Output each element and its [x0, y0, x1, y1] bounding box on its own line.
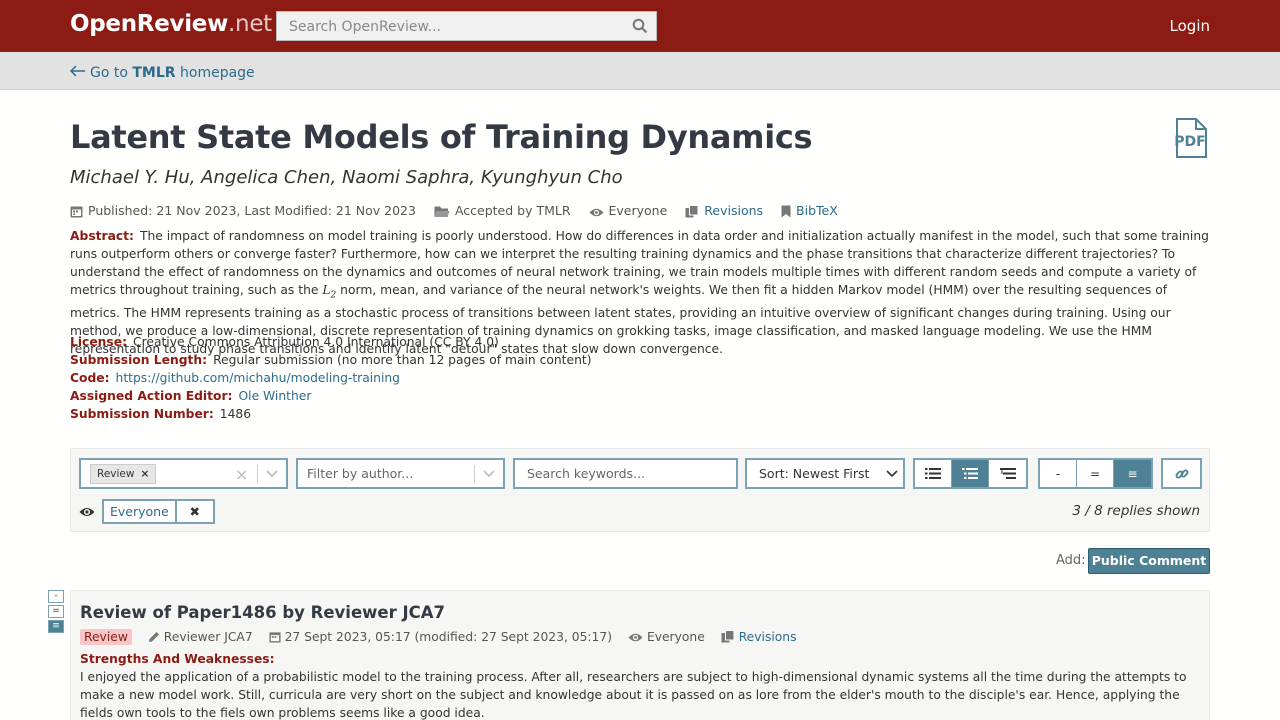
collapse-toggle-group: - = ≡	[1038, 458, 1153, 489]
paper-meta: Published: 21 Nov 2023, Last Modified: 2…	[70, 203, 852, 218]
review-readers: Everyone	[628, 630, 705, 644]
review-badge: Review	[80, 629, 132, 645]
list-icon	[925, 468, 941, 479]
review-section-body: I enjoyed the application of a probabili…	[80, 670, 1187, 720]
meta-bibtex[interactable]: BibTeX	[781, 203, 838, 218]
submission-length-field: Submission Length: Regular submission (no…	[70, 353, 592, 367]
forum-filter-panel: Review × × Filter by author... Search key…	[70, 448, 1210, 532]
abstract-norm: L2	[322, 283, 337, 301]
clear-icon[interactable]: ×	[235, 465, 248, 484]
author-filter[interactable]: Filter by author...	[296, 458, 505, 489]
action-editor-field: Assigned Action Editor: Ole Winther	[70, 389, 312, 403]
review-note: Review of Paper1486 by Reviewer JCA7 Rev…	[70, 590, 1210, 720]
public-comment-button[interactable]: Public Comment	[1088, 548, 1210, 574]
login-link[interactable]: Login	[1170, 17, 1210, 35]
copy-icon	[685, 205, 699, 218]
copy-link-group	[1161, 458, 1202, 489]
meta-readers: Everyone	[589, 203, 667, 218]
folder-icon	[434, 206, 450, 217]
chevron-down-icon[interactable]	[265, 466, 279, 483]
venue-subbar: Go to TMLR homepage	[0, 52, 1280, 90]
sort-select[interactable]: Sort: Newest First	[745, 458, 905, 489]
layout-toggle-group	[913, 458, 1028, 489]
eye-icon	[628, 633, 643, 642]
action-editor-link[interactable]: Ole Winther	[238, 389, 311, 403]
bookmark-icon	[781, 205, 791, 218]
nested-view-button[interactable]	[989, 460, 1026, 487]
note-collapse-controls: - = ≡	[48, 590, 64, 635]
list-indent-icon	[962, 468, 978, 479]
link-icon	[1175, 469, 1188, 478]
review-date: 27 Sept 2023, 05:17 (modified: 27 Sept 2…	[269, 630, 612, 644]
search-icon[interactable]	[632, 18, 648, 37]
review-title[interactable]: Review of Paper1486 by Reviewer JCA7	[80, 603, 445, 622]
remove-chip-icon[interactable]: ×	[140, 468, 149, 480]
review-revisions[interactable]: Revisions	[721, 630, 797, 644]
tree-icon	[999, 468, 1016, 479]
arrow-left-icon	[69, 62, 86, 81]
search-input[interactable]: Search OpenReview...	[276, 11, 657, 41]
chevron-down-icon[interactable]	[482, 466, 496, 483]
meta-dates: Published: 21 Nov 2023, Last Modified: 2…	[70, 203, 416, 218]
meta-venue: Accepted by TMLR	[434, 203, 571, 218]
meta-revisions[interactable]: Revisions	[685, 203, 763, 218]
review-section-label: Strengths And Weaknesses:	[80, 652, 275, 666]
collapse-button[interactable]: -	[1040, 460, 1077, 487]
close-icon[interactable]: ✖	[177, 501, 213, 522]
search-placeholder: Search OpenReview...	[289, 19, 441, 35]
eye-icon	[79, 506, 95, 521]
license-field: License: Creative Commons Attribution 4.0…	[70, 335, 499, 349]
submission-number-field: Submission Number: 1486	[70, 407, 252, 421]
calendar-icon	[70, 206, 83, 218]
code-field: Code: https://github.com/michahu/modeling…	[70, 371, 400, 385]
linear-view-button[interactable]	[915, 460, 952, 487]
review-meta: Review Reviewer JCA7 27 Sept 2023, 05:17…	[80, 629, 809, 645]
abstract-label: Abstract:	[70, 229, 134, 243]
expand-button[interactable]: ≡	[1114, 460, 1151, 487]
code-link[interactable]: https://github.com/michahu/modeling-trai…	[116, 371, 400, 385]
replies-shown-count: 3 / 8 replies shown	[1072, 503, 1200, 519]
back-to-venue-link[interactable]: Go to TMLR homepage	[69, 62, 255, 81]
calendar-icon	[269, 632, 281, 643]
note-expand-button[interactable]: ≡	[48, 620, 64, 633]
top-navbar: OpenReview.net Search OpenReview... Logi…	[0, 0, 1280, 52]
threaded-view-button[interactable]	[952, 460, 989, 487]
copy-icon	[721, 630, 735, 643]
note-collapse-button[interactable]: -	[48, 590, 64, 603]
copy-link-button[interactable]	[1163, 460, 1200, 487]
pdf-icon[interactable]: PDF	[1170, 117, 1210, 162]
add-label: Add:	[1056, 553, 1086, 568]
chevron-down-icon	[885, 466, 899, 483]
eye-icon	[589, 208, 604, 217]
partial-expand-button[interactable]: =	[1077, 460, 1114, 487]
note-partial-button[interactable]: =	[48, 605, 64, 618]
openreview-logo[interactable]: OpenReview.net	[70, 11, 272, 37]
keyword-search-input[interactable]: Search keywords...	[513, 458, 738, 489]
paper-title: Latent State Models of Training Dynamics	[70, 118, 813, 156]
paper-authors[interactable]: Michael Y. Hu, Angelica Chen, Naomi Saph…	[70, 167, 623, 188]
pdf-label: PDF	[1174, 134, 1205, 150]
invitation-chip[interactable]: Review ×	[90, 464, 157, 484]
invitation-filter[interactable]: Review × ×	[79, 458, 288, 489]
readers-filter-tag[interactable]: Everyone ✖	[102, 499, 215, 524]
pencil-icon	[148, 632, 159, 642]
review-signature: Reviewer JCA7	[148, 630, 253, 644]
